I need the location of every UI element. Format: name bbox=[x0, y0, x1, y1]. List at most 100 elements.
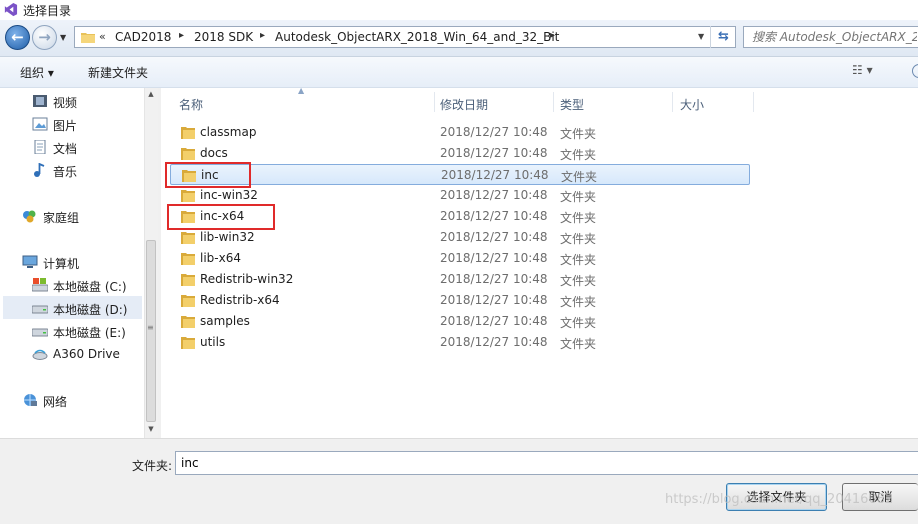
nav-label: 本地磁盘 (E:) bbox=[53, 326, 126, 340]
file-row-lib-x64[interactable]: lib-x64 2018/12/27 10:48 文件夹 bbox=[170, 248, 750, 269]
column-header-size[interactable]: 大小 bbox=[680, 96, 704, 113]
breadcrumb-2018-sdk[interactable]: 2018 SDK bbox=[194, 30, 253, 44]
folder-icon bbox=[181, 190, 195, 202]
file-name: utils bbox=[200, 335, 226, 349]
file-type: 文件夹 bbox=[560, 253, 597, 267]
file-row-classmap[interactable]: classmap 2018/12/27 10:48 文件夹 bbox=[170, 122, 750, 143]
file-name: samples bbox=[200, 314, 250, 328]
grip-icon: ≡ bbox=[147, 323, 154, 332]
file-row-redistrib-win32[interactable]: Redistrib-win32 2018/12/27 10:48 文件夹 bbox=[170, 269, 750, 290]
file-modified: 2018/12/27 10:48 bbox=[440, 146, 548, 160]
file-row-utils[interactable]: utils 2018/12/27 10:48 文件夹 bbox=[170, 332, 750, 353]
arrow-right-icon: → bbox=[38, 28, 51, 46]
folder-icon bbox=[181, 295, 195, 307]
annotation-box-inc-x64 bbox=[167, 204, 275, 230]
breadcrumb-separator-icon[interactable]: ▸ bbox=[260, 30, 265, 41]
change-view-button[interactable]: ☷ ▾ bbox=[852, 63, 873, 77]
folder-icon bbox=[181, 148, 195, 160]
folder-icon bbox=[181, 253, 195, 265]
search-box[interactable] bbox=[743, 26, 918, 48]
homegroup-icon bbox=[23, 210, 36, 223]
column-header-modified[interactable]: 修改日期 bbox=[440, 96, 488, 113]
file-name: inc-win32 bbox=[200, 188, 258, 202]
search-input[interactable] bbox=[752, 30, 917, 44]
file-type: 文件夹 bbox=[560, 232, 597, 246]
file-type: 文件夹 bbox=[560, 211, 597, 225]
breadcrumb-cad2018[interactable]: CAD2018 bbox=[115, 30, 171, 44]
recent-locations-dropdown-icon[interactable]: ▼ bbox=[60, 33, 66, 42]
folder-icon bbox=[181, 337, 195, 349]
nav-label: 计算机 bbox=[43, 257, 80, 271]
breadcrumb-separator-icon[interactable]: ▸ bbox=[550, 30, 555, 41]
file-type: 文件夹 bbox=[561, 170, 598, 184]
nav-label: 文档 bbox=[53, 142, 78, 156]
breadcrumb-objectarx[interactable]: Autodesk_ObjectARX_2018_Win_64_and_32_Bi… bbox=[275, 30, 559, 44]
sort-ascending-icon: ▲ bbox=[298, 86, 305, 95]
drive-icon bbox=[32, 328, 48, 337]
file-modified: 2018/12/27 10:48 bbox=[440, 314, 548, 328]
nav-label: 家庭组 bbox=[43, 211, 80, 225]
file-row-samples[interactable]: samples 2018/12/27 10:48 文件夹 bbox=[170, 311, 750, 332]
file-row-lib-win32[interactable]: lib-win32 2018/12/27 10:48 文件夹 bbox=[170, 227, 750, 248]
file-row-docs[interactable]: docs 2018/12/27 10:48 文件夹 bbox=[170, 143, 750, 164]
file-row-redistrib-x64[interactable]: Redistrib-x64 2018/12/27 10:48 文件夹 bbox=[170, 290, 750, 311]
file-modified: 2018/12/27 10:48 bbox=[440, 251, 548, 265]
column-divider[interactable] bbox=[553, 92, 554, 112]
folder-icon bbox=[81, 33, 95, 43]
column-header-type[interactable]: 类型 bbox=[560, 96, 584, 113]
file-type: 文件夹 bbox=[560, 127, 597, 141]
drive-icon bbox=[32, 278, 48, 292]
file-modified: 2018/12/27 10:48 bbox=[440, 230, 548, 244]
folder-icon bbox=[181, 232, 195, 244]
file-modified: 2018/12/27 10:48 bbox=[441, 168, 549, 182]
refresh-button[interactable]: ⇆ bbox=[710, 26, 736, 48]
file-row-inc[interactable]: inc 2018/12/27 10:48 文件夹 bbox=[170, 164, 750, 185]
folder-name-input[interactable] bbox=[175, 451, 918, 475]
file-name: docs bbox=[200, 146, 228, 160]
file-name: lib-win32 bbox=[200, 230, 255, 244]
scroll-down-icon[interactable]: ▼ bbox=[144, 425, 158, 433]
file-type: 文件夹 bbox=[560, 295, 597, 309]
address-dropdown-icon[interactable]: ▼ bbox=[698, 32, 704, 41]
music-icon bbox=[34, 163, 45, 177]
cloud-drive-icon bbox=[32, 349, 48, 360]
scroll-up-icon[interactable]: ▲ bbox=[144, 90, 158, 98]
file-name: Redistrib-x64 bbox=[200, 293, 280, 307]
file-name: classmap bbox=[200, 125, 257, 139]
new-folder-button[interactable]: 新建文件夹 bbox=[88, 64, 148, 81]
folder-icon bbox=[181, 274, 195, 286]
organize-button[interactable]: 组织 ▾ bbox=[20, 64, 54, 81]
drive-icon bbox=[32, 305, 48, 314]
file-type: 文件夹 bbox=[560, 337, 597, 351]
breadcrumb-separator-icon[interactable]: ▸ bbox=[179, 30, 184, 41]
column-divider[interactable] bbox=[434, 92, 435, 112]
file-row-inc-win32[interactable]: inc-win32 2018/12/27 10:48 文件夹 bbox=[170, 185, 750, 206]
folder-icon bbox=[181, 316, 195, 328]
file-type: 文件夹 bbox=[560, 190, 597, 204]
computer-icon bbox=[22, 255, 38, 268]
file-name: lib-x64 bbox=[200, 251, 241, 265]
nav-label: 音乐 bbox=[53, 165, 78, 179]
title-bar bbox=[0, 0, 918, 21]
refresh-icon: ⇆ bbox=[718, 29, 729, 44]
column-header-name[interactable]: 名称 bbox=[179, 96, 203, 113]
network-icon bbox=[24, 394, 37, 406]
overflow-chevron[interactable]: « bbox=[99, 30, 106, 43]
annotation-box-inc bbox=[165, 162, 251, 188]
column-divider[interactable] bbox=[672, 92, 673, 112]
forward-button[interactable]: → bbox=[32, 25, 57, 50]
nav-label: 本地磁盘 (D:) bbox=[53, 303, 128, 317]
file-modified: 2018/12/27 10:48 bbox=[440, 335, 548, 349]
picture-icon bbox=[32, 117, 48, 131]
arrow-left-icon: ← bbox=[11, 28, 24, 46]
address-bar[interactable]: « CAD2018 ▸ 2018 SDK ▸ Autodesk_ObjectAR… bbox=[74, 26, 736, 48]
video-icon bbox=[33, 95, 47, 107]
file-modified: 2018/12/27 10:48 bbox=[440, 209, 548, 223]
file-type: 文件夹 bbox=[560, 148, 597, 162]
back-button[interactable]: ← bbox=[5, 25, 30, 50]
nav-label: 图片 bbox=[53, 119, 78, 133]
column-divider[interactable] bbox=[753, 92, 754, 112]
visual-studio-icon bbox=[4, 2, 18, 17]
file-name: Redistrib-win32 bbox=[200, 272, 294, 286]
window-title: 选择目录 bbox=[23, 4, 72, 18]
